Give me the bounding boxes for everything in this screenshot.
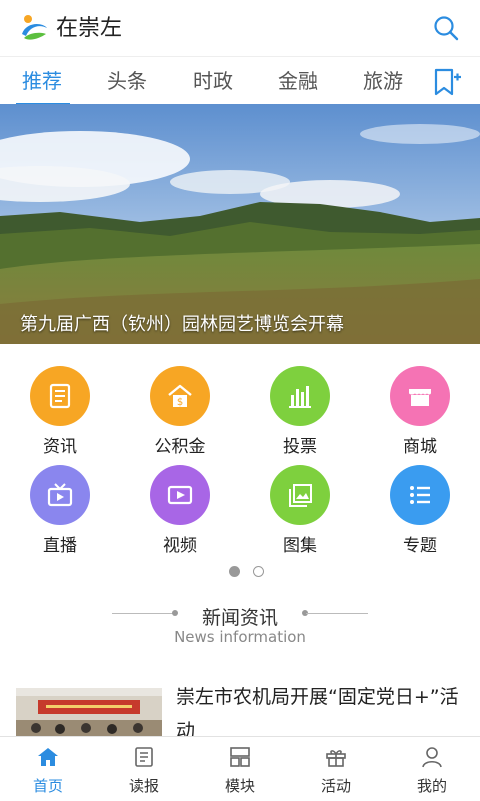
banner-caption: 第九届广西（钦州）园林园艺博览会开幕: [20, 314, 344, 335]
grid-label-shop: 商城: [403, 437, 437, 457]
channel-tabs: 推荐 头条 时政 金融 旅游: [0, 56, 480, 106]
article-thumbnail[interactable]: [16, 688, 162, 736]
grid-label-topic: 专题: [403, 536, 437, 556]
grid-item-shop[interactable]: 商城: [360, 366, 480, 466]
news-icon: [30, 366, 90, 426]
bottom-nav: 首页 读报 模块 活动 我的: [0, 736, 480, 800]
nav-label-home: 首页: [32, 777, 63, 795]
live-tv-icon: [30, 465, 90, 525]
nav-activities[interactable]: 活动: [288, 737, 384, 801]
nav-read-paper[interactable]: 读报: [96, 737, 192, 801]
nav-modules[interactable]: 模块: [192, 737, 288, 801]
gift-icon: [326, 750, 346, 767]
vote-chart-icon: [270, 366, 330, 426]
gallery-icon: [270, 465, 330, 525]
app-logo-icon: [22, 15, 47, 40]
tab-recommend[interactable]: 推荐: [22, 63, 62, 99]
pager-dot-active[interactable]: [229, 566, 240, 577]
tab-travel[interactable]: 旅游: [363, 63, 403, 99]
grid-label-live: 直播: [43, 536, 77, 556]
nav-label-activities: 活动: [320, 777, 351, 795]
profile-icon: [422, 747, 442, 768]
app-title: 在崇左: [56, 16, 123, 41]
nav-label-modules: 模块: [224, 777, 255, 795]
grid-item-topic[interactable]: 专题: [360, 465, 480, 565]
grid-item-live[interactable]: 直播: [0, 465, 120, 565]
divider-right: [306, 613, 368, 614]
banner-carousel[interactable]: 第九届广西（钦州）园林园艺博览会开幕: [0, 104, 480, 344]
pager-dot[interactable]: [253, 566, 264, 577]
shop-icon: [390, 366, 450, 426]
grid-label-video: 视频: [163, 536, 197, 556]
tab-finance[interactable]: 金融: [278, 63, 318, 99]
grid-label-news: 资讯: [43, 437, 77, 457]
video-icon: [150, 465, 210, 525]
nav-label-profile: 我的: [416, 777, 447, 795]
search-icon[interactable]: [432, 14, 460, 42]
grid-label-vote: 投票: [283, 437, 317, 457]
news-section-title: 新闻资讯: [201, 607, 278, 629]
grid-item-housing-fund[interactable]: $ 公积金: [120, 366, 240, 466]
housing-fund-icon: $: [150, 366, 210, 426]
grid-label-housing-fund: 公积金: [154, 437, 206, 457]
nav-label-read-paper: 读报: [128, 777, 159, 795]
banner-image: [0, 104, 480, 344]
app-header: 在崇左: [0, 0, 480, 56]
nav-profile[interactable]: 我的: [384, 737, 480, 801]
grid-item-news[interactable]: 资讯: [0, 366, 120, 466]
grid-item-vote[interactable]: 投票: [240, 366, 360, 466]
modules-icon: [230, 747, 250, 767]
grid-item-gallery[interactable]: 图集: [240, 465, 360, 565]
nav-home[interactable]: 首页: [0, 737, 96, 801]
home-icon: [38, 748, 58, 766]
newspaper-icon: [135, 747, 153, 767]
svg-text:$: $: [177, 397, 183, 408]
topic-list-icon: [390, 465, 450, 525]
tab-headlines[interactable]: 头条: [107, 63, 147, 99]
tab-politics[interactable]: 时政: [193, 63, 233, 99]
grid-item-video[interactable]: 视频: [120, 465, 240, 565]
news-section-subtitle: News information: [174, 628, 306, 646]
add-channel-icon[interactable]: [432, 67, 462, 97]
grid-label-gallery: 图集: [283, 536, 317, 556]
